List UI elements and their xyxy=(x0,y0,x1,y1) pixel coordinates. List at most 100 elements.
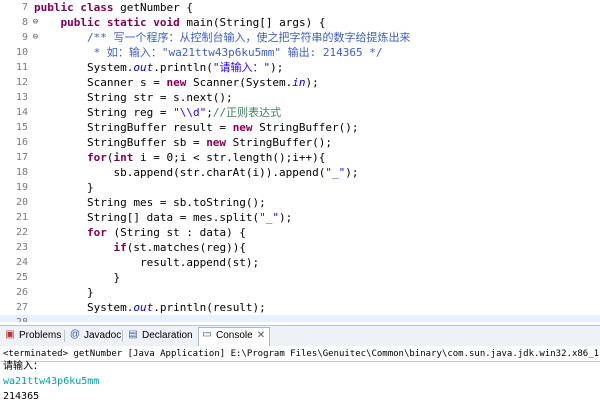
line-number: 19 xyxy=(15,182,28,193)
code-line-14[interactable]: 14 String reg = "\\d";//正则表达式 xyxy=(0,105,600,120)
code-text[interactable]: for(int i = 0;i < str.length();i++){ xyxy=(34,150,325,165)
line-number-gutter: 8 xyxy=(0,15,30,30)
code-text[interactable]: result.append(st); xyxy=(34,255,259,270)
line-number-gutter: 7 xyxy=(0,0,30,15)
code-line-18[interactable]: 18 sb.append(str.charAt(i)).append("_"); xyxy=(0,165,600,180)
line-number: 11 xyxy=(15,62,28,73)
code-line-20[interactable]: 20 String mes = sb.toString(); xyxy=(0,195,600,210)
code-line-7[interactable]: 7 public class getNumber { xyxy=(0,0,600,15)
code-text[interactable]: } xyxy=(34,270,120,285)
code-line-16[interactable]: 16 StringBuffer sb = new StringBuffer(); xyxy=(0,135,600,150)
code-editor[interactable]: 7 public class getNumber { 8 ⊖ public st… xyxy=(0,0,600,322)
code-line-9[interactable]: 9 ⊖ /** 写一个程序：从控制台输入，使之把字符串的数字给提炼出来 xyxy=(0,30,600,45)
problems-icon: ▣ xyxy=(5,329,15,341)
console-output[interactable]: <terminated> getNumber [Java Application… xyxy=(0,346,600,410)
code-text[interactable]: StringBuffer sb = new StringBuffer(); xyxy=(34,135,332,150)
line-number-gutter: 21 xyxy=(0,210,30,225)
line-number: 13 xyxy=(15,92,28,103)
line-number: 20 xyxy=(15,197,28,208)
line-number-gutter: 9 xyxy=(0,30,30,45)
code-text[interactable]: String reg = "\\d";//正则表达式 xyxy=(34,105,281,120)
line-number-gutter: 25 xyxy=(0,270,30,285)
code-text[interactable]: StringBuffer result = new StringBuffer()… xyxy=(34,120,359,135)
line-number-gutter: 27 xyxy=(0,300,30,315)
code-text[interactable]: public class getNumber { xyxy=(34,0,193,15)
terminated-status: <terminated> getNumber [Java Application… xyxy=(3,349,600,359)
line-number: 23 xyxy=(15,242,28,253)
line-number-gutter: 20 xyxy=(0,195,30,210)
line-number: 24 xyxy=(15,257,28,268)
line-number-gutter: 26 xyxy=(0,285,30,300)
line-number: 26 xyxy=(15,287,28,298)
tab-separator xyxy=(122,330,123,342)
line-number-gutter: 19 xyxy=(0,180,30,195)
code-line-28-current[interactable]: 28 xyxy=(0,315,600,322)
line-number-gutter: 17 xyxy=(0,150,30,165)
console-output-line: 214365 xyxy=(3,391,40,402)
code-line-17[interactable]: 17 for(int i = 0;i < str.length();i++){ xyxy=(0,150,600,165)
bottom-panel-tabbar: ▣ Problems @ Javadoc ▤ Declaration ▭ Console… xyxy=(0,325,600,347)
line-number-gutter: 24 xyxy=(0,255,30,270)
code-text[interactable]: System.out.println("请输入："); xyxy=(34,60,283,75)
tab-label: Declaration xyxy=(142,330,193,341)
line-number-gutter: 23 xyxy=(0,240,30,255)
tab-console[interactable]: ▭ Console ✕ xyxy=(198,327,271,346)
tab-label: Problems xyxy=(19,330,62,341)
line-number: 12 xyxy=(15,77,28,88)
line-number-gutter: 10 xyxy=(0,45,30,60)
line-number: 10 xyxy=(15,47,28,58)
line-number-gutter: 11 xyxy=(0,60,30,75)
tab-separator xyxy=(64,330,65,342)
code-line-23[interactable]: 23 if(st.matches(reg)){ xyxy=(0,240,600,255)
code-line-24[interactable]: 24 result.append(st); xyxy=(0,255,600,270)
code-line-12[interactable]: 12 Scanner s = new Scanner(System.in); xyxy=(0,75,600,90)
tab-problems[interactable]: ▣ Problems xyxy=(2,328,65,344)
code-line-15[interactable]: 15 StringBuffer result = new StringBuffe… xyxy=(0,120,600,135)
code-line-10[interactable]: 10 * 如：输入："wa21ttw43p6ku5mm" 输出: 214365 … xyxy=(0,45,600,60)
line-number-gutter: 18 xyxy=(0,165,30,180)
code-text[interactable]: String mes = sb.toString(); xyxy=(34,195,266,210)
tab-label: Javadoc xyxy=(84,330,122,341)
code-text[interactable]: if(st.matches(reg)){ xyxy=(34,240,245,255)
code-line-27[interactable]: 27 System.out.println(result); xyxy=(0,300,600,315)
code-text[interactable]: System.out.println(result); xyxy=(34,300,266,315)
code-text[interactable]: } xyxy=(34,180,94,195)
line-number: 8 xyxy=(21,17,28,28)
code-comment[interactable]: * 如：输入："wa21ttw43p6ku5mm" 输出: 214365 */ xyxy=(34,45,383,60)
code-text[interactable]: } xyxy=(34,285,94,300)
console-input-line: wa21ttw43p6ku5mm xyxy=(3,376,100,387)
line-number-gutter: 22 xyxy=(0,225,30,240)
code-line-11[interactable]: 11 System.out.println("请输入："); xyxy=(0,60,600,75)
close-icon[interactable]: ✕ xyxy=(257,328,265,344)
code-text[interactable]: public static void main(String[] args) { xyxy=(34,15,326,30)
console-prompt-line: 请输入： xyxy=(3,361,43,372)
code-line-21[interactable]: 21 String[] data = mes.split("_"); xyxy=(0,210,600,225)
line-number: 21 xyxy=(15,212,28,223)
code-comment[interactable]: /** 写一个程序：从控制台输入，使之把字符串的数字给提炼出来 xyxy=(34,30,411,45)
line-number: 28 xyxy=(16,315,28,322)
code-line-19[interactable]: 19 } xyxy=(0,180,600,195)
line-number: 16 xyxy=(15,137,28,148)
tab-javadoc[interactable]: @ Javadoc xyxy=(67,328,125,344)
code-line-8[interactable]: 8 ⊖ public static void main(String[] arg… xyxy=(0,15,600,30)
line-number-gutter: 14 xyxy=(0,105,30,120)
code-text[interactable]: sb.append(str.charAt(i)).append("_"); xyxy=(34,165,358,180)
code-line-26[interactable]: 26 } xyxy=(0,285,600,300)
code-text[interactable]: for (String st : data) { xyxy=(34,225,246,240)
line-number-gutter: 28 xyxy=(0,315,30,322)
line-number: 17 xyxy=(15,152,28,163)
tab-label: Console xyxy=(216,330,253,341)
line-number: 7 xyxy=(21,2,28,13)
code-line-22[interactable]: 22 for (String st : data) { xyxy=(0,225,600,240)
declaration-icon: ▤ xyxy=(128,329,138,341)
code-text[interactable]: Scanner s = new Scanner(System.in); xyxy=(34,75,319,90)
line-number: 15 xyxy=(15,122,28,133)
code-line-13[interactable]: 13 String str = s.next(); xyxy=(0,90,600,105)
line-number-gutter: 15 xyxy=(0,120,30,135)
code-line-25[interactable]: 25 } xyxy=(0,270,600,285)
console-icon: ▭ xyxy=(202,329,212,341)
code-text[interactable]: String str = s.next(); xyxy=(34,90,233,105)
javadoc-icon: @ xyxy=(69,329,81,341)
code-text[interactable]: String[] data = mes.split("_"); xyxy=(34,210,292,225)
tab-declaration[interactable]: ▤ Declaration xyxy=(125,328,197,344)
